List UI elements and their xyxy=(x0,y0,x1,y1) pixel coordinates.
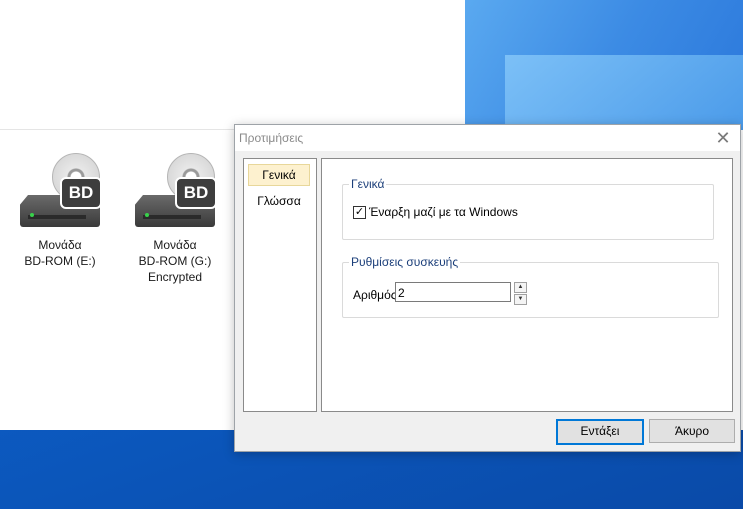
ok-button[interactable]: Εντάξει xyxy=(556,419,644,445)
number-input[interactable]: 2 xyxy=(395,282,511,302)
nav-item-general[interactable]: Γενικά xyxy=(248,164,310,186)
spin-up-icon[interactable]: ▲ xyxy=(514,282,527,293)
bd-badge: BD xyxy=(175,177,217,209)
wallpaper-light-beam-inner xyxy=(505,55,743,135)
drive-g-item[interactable]: BD Μονάδα BD-ROM (G:) Encrypted xyxy=(120,153,230,285)
general-group-label: Γενικά xyxy=(349,177,387,191)
close-icon[interactable]: ✕ xyxy=(712,127,734,149)
bd-drive-icon: BD xyxy=(20,153,102,233)
preferences-content: Γενικά ✓ Έναρξη μαζί με τα Windows Ρυθμί… xyxy=(321,158,733,412)
number-spinner: ▲ ▼ xyxy=(514,282,527,305)
start-with-windows-label: Έναρξη μαζί με τα Windows xyxy=(369,205,518,219)
general-group: Γενικά ✓ Έναρξη μαζί με τα Windows xyxy=(342,177,714,240)
drive-e-item[interactable]: BD Μονάδα BD-ROM (E:) xyxy=(5,153,115,269)
drive-g-label-line2: BD-ROM (G:) xyxy=(138,254,212,268)
drive-g-label-line3: Encrypted xyxy=(147,270,203,284)
device-settings-group-label: Ρυθμίσεις συσκευής xyxy=(349,255,461,269)
number-label: Αριθμός xyxy=(353,288,397,302)
drive-e-label-line1: Μονάδα xyxy=(38,238,82,252)
dialog-title: Προτιμήσεις xyxy=(239,131,304,145)
device-settings-group: Ρυθμίσεις συσκευής Αριθμός 2 ▲ ▼ xyxy=(342,255,719,318)
checkbox-checked-icon[interactable]: ✓ xyxy=(353,205,366,219)
spin-down-icon[interactable]: ▼ xyxy=(514,294,527,305)
bd-badge: BD xyxy=(60,177,102,209)
drive-e-label-line2: BD-ROM (E:) xyxy=(24,254,96,268)
drive-g-label-line1: Μονάδα xyxy=(153,238,197,252)
dialog-titlebar[interactable]: Προτιμήσεις ✕ xyxy=(235,125,740,151)
cancel-button[interactable]: Άκυρο xyxy=(649,419,735,443)
bd-drive-icon: BD xyxy=(135,153,217,233)
preferences-nav: Γενικά Γλώσσα xyxy=(243,158,317,412)
start-with-windows-checkbox[interactable]: ✓ Έναρξη μαζί με τα Windows xyxy=(353,205,518,219)
preferences-dialog: Προτιμήσεις ✕ Γενικά Γλώσσα Γενικά ✓ Ένα… xyxy=(234,124,741,452)
nav-item-language[interactable]: Γλώσσα xyxy=(248,191,310,211)
